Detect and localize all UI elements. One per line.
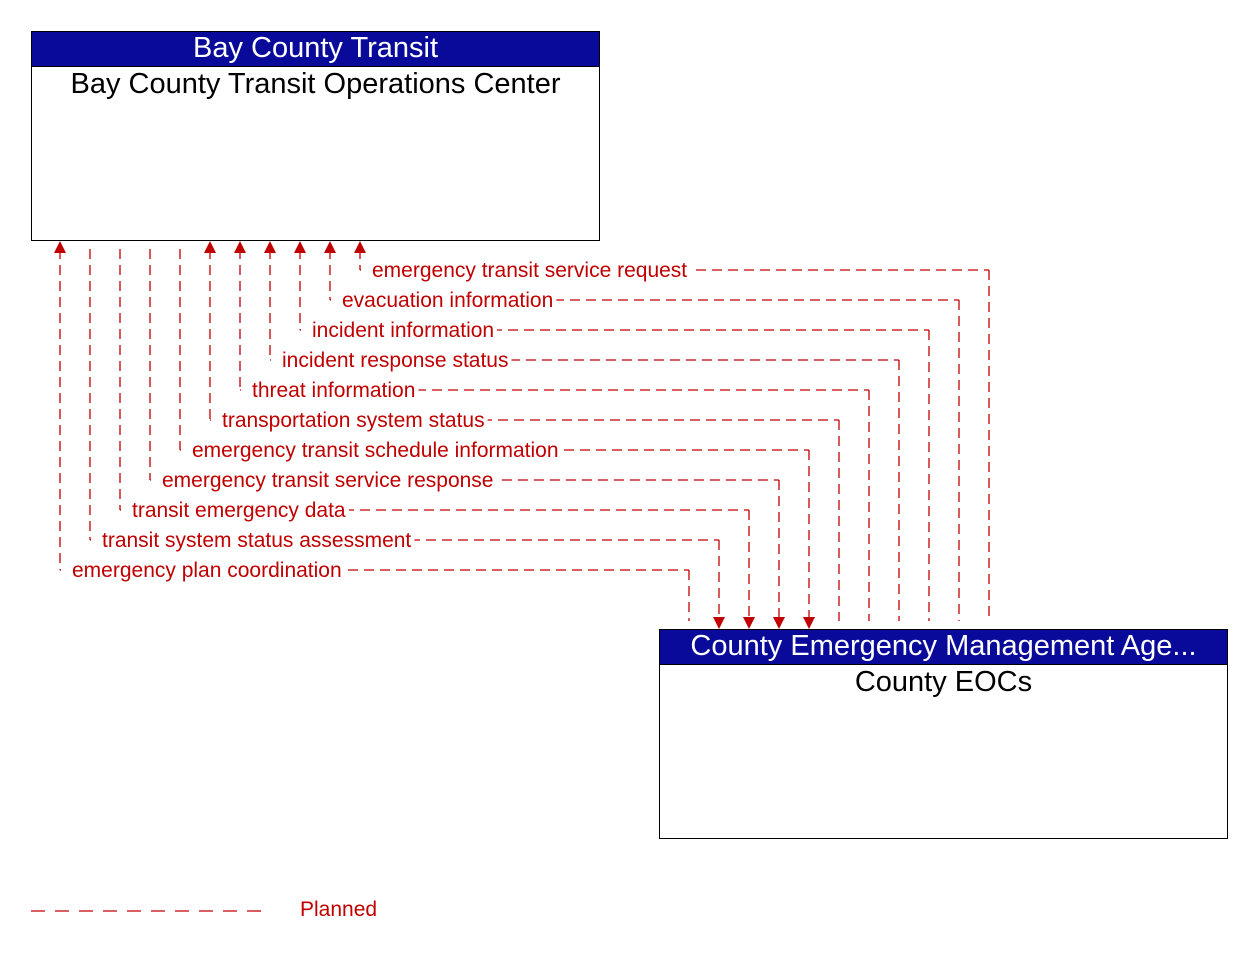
- flow-label: transportation system status: [222, 409, 485, 432]
- arrowhead-down-icon: [803, 617, 815, 629]
- flow-label: evacuation information: [342, 289, 553, 312]
- legend-label: Planned: [300, 898, 378, 921]
- flow-label: emergency transit schedule information: [192, 439, 559, 462]
- arrowhead-up-icon: [54, 241, 66, 253]
- arrowhead-up-icon: [264, 241, 276, 253]
- arrowhead-down-icon: [773, 617, 785, 629]
- flow-label: emergency plan coordination: [72, 559, 342, 582]
- flow-label: emergency transit service request: [372, 259, 687, 282]
- flow-label: incident response status: [282, 349, 508, 372]
- flow-label: incident information: [312, 319, 494, 342]
- flow-label: transit emergency data: [132, 499, 346, 522]
- arrowhead-up-icon: [354, 241, 366, 253]
- arrowhead-up-icon: [204, 241, 216, 253]
- flow-label: emergency transit service response: [162, 469, 493, 492]
- flow-label: transit system status assessment: [102, 529, 411, 552]
- flow-label: threat information: [252, 379, 415, 402]
- arrowhead-up-icon: [234, 241, 246, 253]
- arrowhead-down-icon: [743, 617, 755, 629]
- arrowhead-up-icon: [324, 241, 336, 253]
- arrowhead-up-icon: [294, 241, 306, 253]
- arrowhead-down-icon: [713, 617, 725, 629]
- flow-diagram: emergency transit service request evacuat…: [31, 241, 990, 912]
